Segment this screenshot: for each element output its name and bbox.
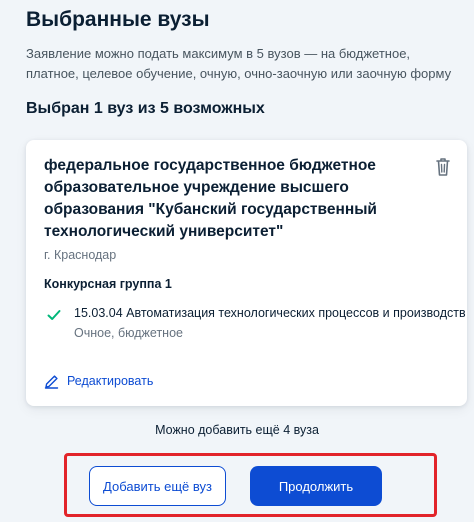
page-description: Заявление можно подать максимум в 5 вузо…	[26, 46, 452, 81]
selected-count: Выбран 1 вуз из 5 возможных	[26, 100, 265, 117]
edit-link[interactable]: Редактировать	[44, 372, 153, 390]
program-form: Очное, бюджетное	[74, 326, 183, 340]
edit-label: Редактировать	[67, 374, 154, 388]
university-city: г. Краснодар	[44, 248, 117, 262]
trash-icon[interactable]	[433, 156, 453, 178]
page-title: Выбранные вузы	[26, 8, 210, 31]
pencil-icon	[44, 374, 59, 389]
program-name: 15.03.04 Автоматизация технологических п…	[74, 306, 466, 320]
university-name: федеральное государственное бюджетное об…	[44, 157, 377, 240]
add-more-hint: Можно добавить ещё 4 вуза	[155, 423, 319, 437]
program-item: 15.03.04 Автоматизация технологических п…	[44, 306, 466, 346]
university-card: федеральное государственное бюджетное об…	[26, 140, 467, 406]
add-university-button[interactable]: Добавить ещё вуз	[89, 466, 226, 506]
check-icon	[47, 308, 61, 322]
competition-group-title: Конкурсная группа 1	[44, 277, 172, 291]
continue-button[interactable]: Продолжить	[250, 466, 382, 506]
